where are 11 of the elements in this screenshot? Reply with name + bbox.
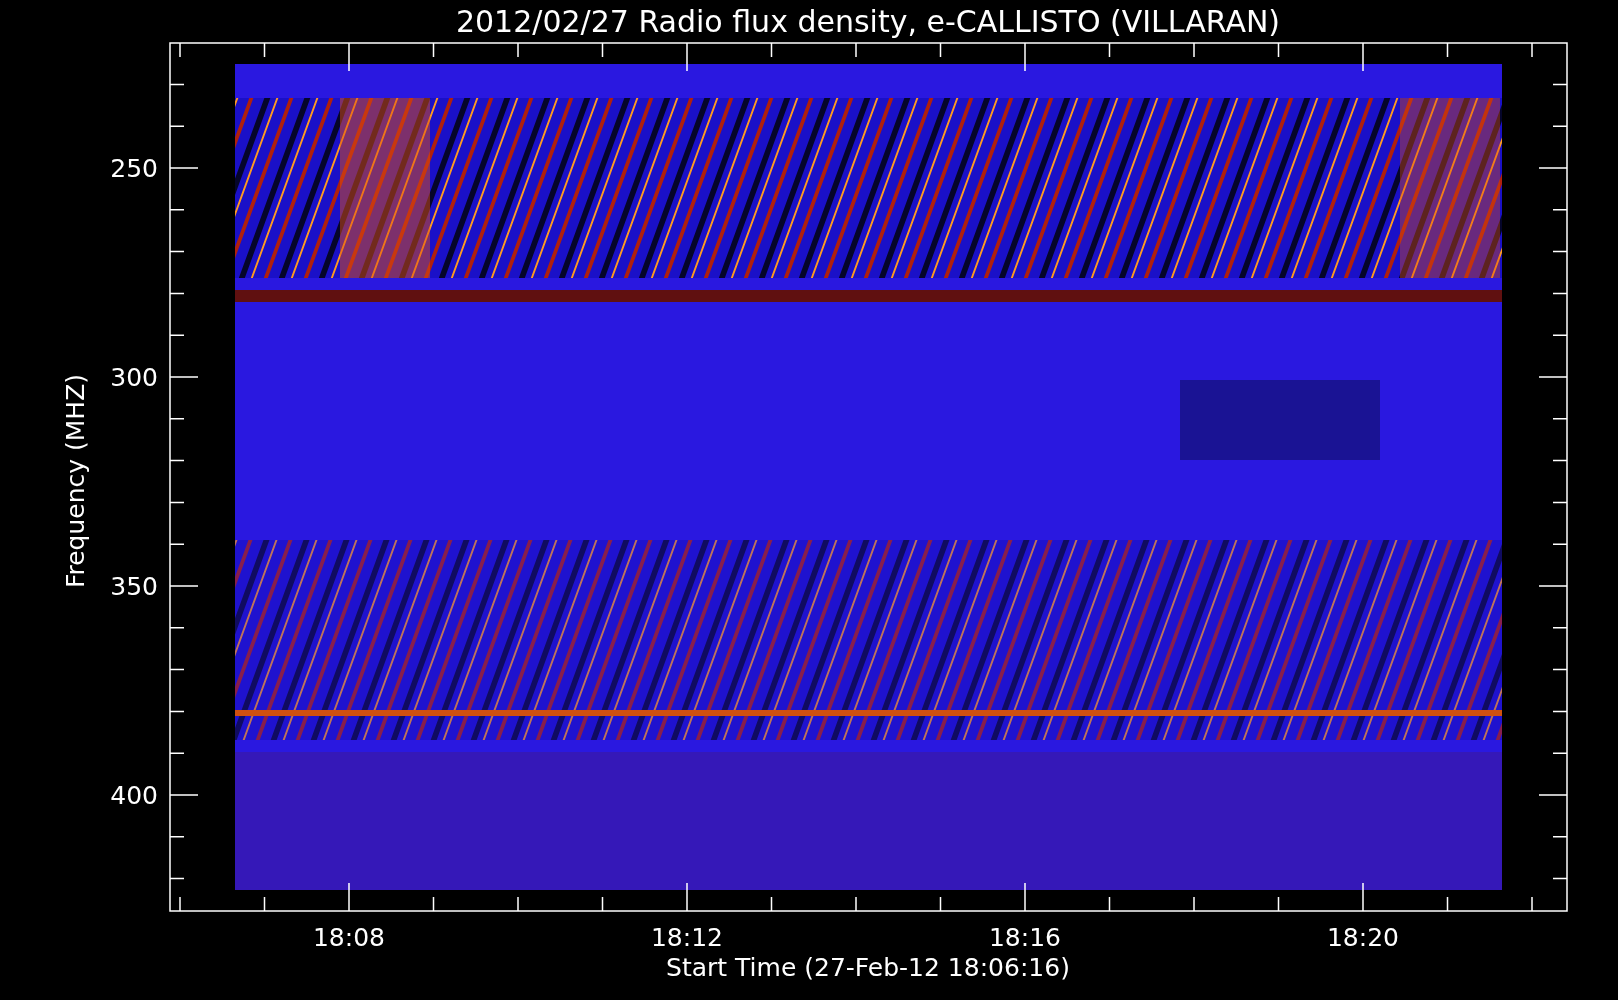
x-tick-label: 18:12 [651,923,723,952]
chart-title: 2012/02/27 Radio flux density, e-CALLISTO (VILLARAN) [455,4,1281,39]
x-tick-label: 18:16 [989,923,1061,952]
x-tick-label: 18:20 [1327,923,1399,952]
x-tick-label: 18:08 [313,923,385,952]
y-tick-label: 350 [110,572,158,601]
y-tick-label: 400 [110,781,158,810]
y-axis-label: Frequency (MHZ) [61,373,90,589]
x-axis-label: Start Time (27-Feb-12 18:06:16) [666,953,1070,982]
y-tick-label: 250 [110,154,158,183]
y-tick-label: 300 [110,363,158,392]
